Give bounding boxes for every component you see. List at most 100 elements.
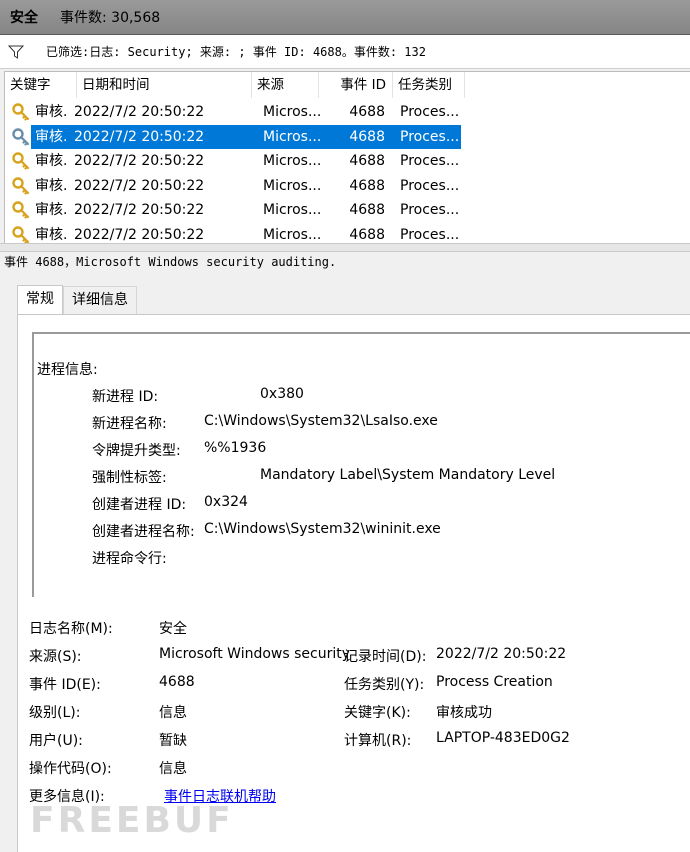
- level-value: 信息: [159, 705, 187, 721]
- keywords-value: 审核成功: [436, 705, 492, 721]
- cell-id: 4688: [349, 104, 385, 120]
- row-cells[interactable]: 审核... 2022/7/2 20:50:22 Micros... 4688 Proce…: [31, 198, 461, 222]
- cell-id: 4688: [349, 128, 385, 145]
- cell-id: 4688: [349, 226, 385, 243]
- pane-splitter[interactable]: [0, 243, 690, 252]
- cell-source: Micros...: [263, 226, 322, 243]
- event-id-value: 4688: [159, 674, 195, 690]
- cell-task: Proces...: [400, 128, 460, 145]
- key-icon: [12, 152, 30, 170]
- table-row[interactable]: 审核... 2022/7/2 20:50:22 Micros... 4688 Proce…: [5, 149, 461, 173]
- description-label: 强制性标签:: [92, 470, 167, 486]
- computer-label: 计算机(R):: [344, 733, 412, 749]
- general-panel: 进程信息: 新进程 ID: 0x380 新进程名称: C:\Windows\Sy…: [17, 314, 690, 852]
- cell-source: Micros...: [263, 202, 322, 218]
- key-icon: [12, 176, 30, 195]
- description-section: 进程信息:: [37, 362, 98, 378]
- task-category-value: Process Creation: [436, 674, 553, 690]
- opcode-value: 信息: [159, 761, 187, 777]
- event-list[interactable]: 关键字 日期和时间 来源 事件 ID 任务类别 审核... 2022/7/2 20…: [4, 71, 690, 244]
- filter-icon[interactable]: [8, 44, 24, 60]
- opcode-label: 操作代码(O):: [29, 761, 112, 777]
- filter-text: 已筛选:日志: Security; 来源: ; 事件 ID: 4688。事件数:…: [46, 45, 426, 59]
- log-title: 安全: [10, 10, 38, 26]
- cell-source: Micros...: [263, 104, 322, 120]
- description-label: 创建者进程 ID:: [92, 497, 187, 513]
- log-name-label: 日志名称(M):: [29, 621, 113, 637]
- row-cells[interactable]: 审核... 2022/7/2 20:50:22 Micros... 4688 Proce…: [31, 100, 461, 124]
- description-label: 新进程名称:: [92, 416, 167, 432]
- cell-keyword: 审核...: [35, 202, 69, 218]
- table-row[interactable]: 审核... 2022/7/2 20:50:22 Micros... 4688 Proce…: [5, 198, 461, 222]
- cell-task: Proces...: [400, 153, 460, 169]
- cell-date: 2022/7/2 20:50:22: [74, 202, 205, 218]
- column-header-source[interactable]: 来源: [252, 72, 319, 98]
- log-name-value: 安全: [159, 621, 187, 637]
- description-label: 令牌提升类型:: [92, 443, 181, 459]
- event-count: 事件数: 30,568: [60, 10, 161, 26]
- column-header-datetime[interactable]: 日期和时间: [77, 72, 252, 98]
- description-value: %%1936: [204, 440, 267, 456]
- column-header-event-id[interactable]: 事件 ID: [319, 72, 393, 98]
- table-row[interactable]: 审核... 2022/7/2 20:50:22 Micros... 4688 Proce…: [5, 174, 461, 198]
- cell-keyword: 审核...: [35, 226, 69, 243]
- level-label: 级别(L):: [29, 705, 81, 721]
- title-bar: 安全 事件数: 30,568: [0, 0, 690, 35]
- cell-task: Proces...: [400, 177, 460, 194]
- row-cells[interactable]: 审核... 2022/7/2 20:50:22 Micros... 4688 Proce…: [31, 174, 461, 198]
- filter-bar: 已筛选:日志: Security; 来源: ; 事件 ID: 4688。事件数:…: [0, 35, 690, 69]
- table-row[interactable]: 审核... 2022/7/2 20:50:22 Micros... 4688 Proce…: [5, 100, 461, 124]
- logged-label: 记录时间(D):: [344, 649, 427, 665]
- cell-source: Micros...: [263, 177, 322, 194]
- event-header: 事件 4688，Microsoft Windows security audit…: [4, 255, 337, 269]
- cell-task: Proces...: [400, 202, 460, 218]
- event-id-label: 事件 ID(E):: [29, 677, 101, 693]
- tab-details[interactable]: 详细信息: [63, 286, 137, 314]
- key-icon: [12, 225, 30, 243]
- table-row[interactable]: 审核... 2022/7/2 20:50:22 Micros... 4688 Proce…: [5, 124, 461, 149]
- column-header-task-category[interactable]: 任务类别: [393, 72, 465, 98]
- cell-date: 2022/7/2 20:50:22: [74, 226, 205, 243]
- key-icon: [12, 201, 30, 219]
- table-row[interactable]: 审核... 2022/7/2 20:50:22 Micros... 4688 Proce…: [5, 223, 461, 244]
- user-value: 暂缺: [159, 733, 187, 749]
- cell-id: 4688: [349, 202, 385, 218]
- user-label: 用户(U):: [29, 733, 83, 749]
- detail-tabs: 常规 详细信息: [17, 285, 137, 315]
- row-cells[interactable]: 审核... 2022/7/2 20:50:22 Micros... 4688 Proce…: [31, 149, 461, 173]
- keywords-label: 关键字(K):: [344, 705, 411, 721]
- row-cells[interactable]: 审核... 2022/7/2 20:50:22 Micros... 4688 Proce…: [31, 124, 461, 149]
- cell-date: 2022/7/2 20:50:22: [74, 104, 205, 120]
- freebuf-watermark: FREEBUF: [30, 800, 234, 841]
- description-value: C:\Windows\System32\wininit.exe: [204, 521, 441, 537]
- cell-keyword: 审核...: [35, 177, 69, 194]
- description-value: 0x380: [260, 386, 304, 402]
- tab-general[interactable]: 常规: [17, 285, 63, 315]
- row-cells[interactable]: 审核... 2022/7/2 20:50:22 Micros... 4688 Proce…: [31, 223, 461, 244]
- cell-id: 4688: [349, 177, 385, 194]
- event-description[interactable]: 进程信息: 新进程 ID: 0x380 新进程名称: C:\Windows\Sy…: [32, 332, 690, 597]
- cell-id: 4688: [349, 153, 385, 169]
- cell-date: 2022/7/2 20:50:22: [74, 128, 205, 145]
- cell-source: Micros...: [263, 128, 322, 145]
- cell-date: 2022/7/2 20:50:22: [74, 177, 205, 194]
- description-label: 创建者进程名称:: [92, 524, 195, 540]
- description-value: 0x324: [204, 494, 248, 510]
- description-value: Mandatory Label\System Mandatory Level: [260, 467, 556, 483]
- cell-source: Micros...: [263, 153, 322, 169]
- task-category-label: 任务类别(Y):: [344, 677, 425, 693]
- cell-task: Proces...: [400, 104, 460, 120]
- logged-value: 2022/7/2 20:50:22: [436, 646, 567, 662]
- cell-keyword: 审核...: [35, 128, 69, 145]
- cell-keyword: 审核...: [35, 153, 69, 169]
- source-value: Microsoft Windows security: [159, 646, 351, 662]
- computer-value: LAPTOP-483ED0G2: [436, 730, 570, 746]
- key-icon: [12, 127, 30, 146]
- column-header-keyword[interactable]: 关键字: [5, 72, 77, 98]
- key-icon: [12, 103, 30, 121]
- source-label: 来源(S):: [29, 649, 82, 665]
- event-list-header: 关键字 日期和时间 来源 事件 ID 任务类别: [5, 72, 465, 98]
- cell-keyword: 审核...: [35, 104, 69, 120]
- description-value: C:\Windows\System32\LsaIso.exe: [204, 413, 438, 429]
- cell-date: 2022/7/2 20:50:22: [74, 153, 205, 169]
